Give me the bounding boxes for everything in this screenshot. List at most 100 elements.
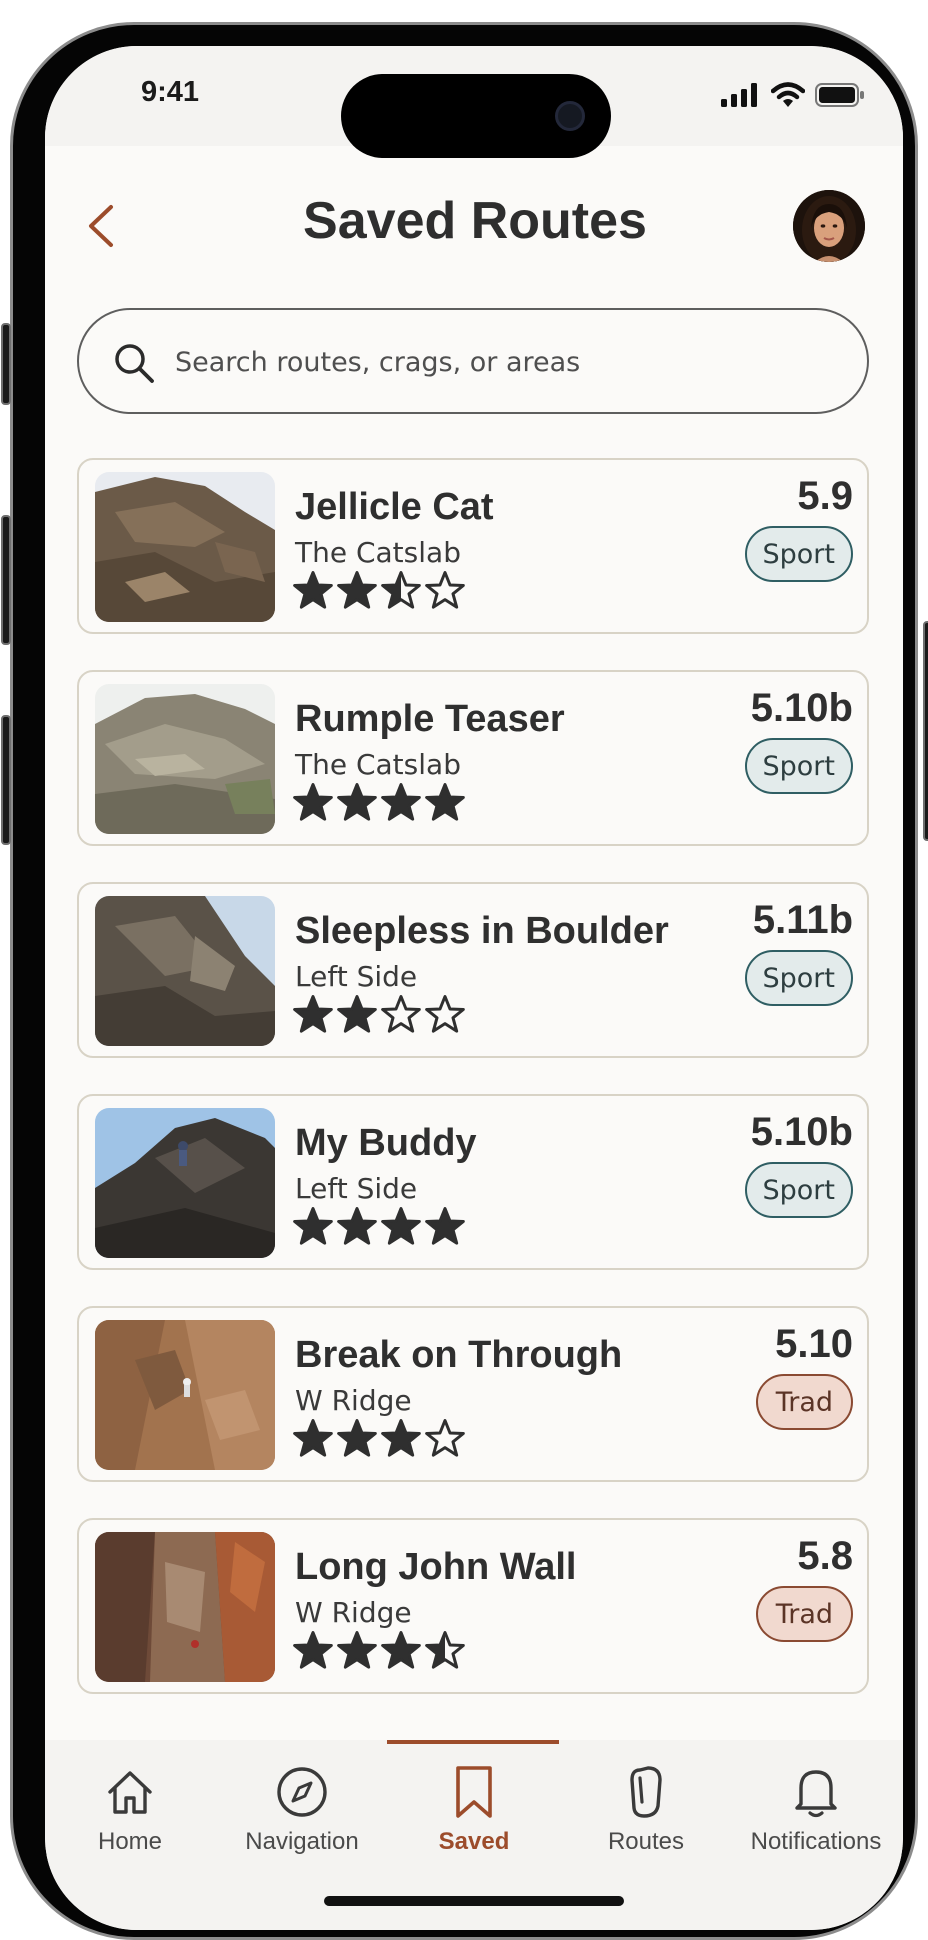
route-name: My Buddy bbox=[295, 1122, 477, 1164]
battery-icon bbox=[815, 83, 864, 107]
route-card[interactable]: Jellicle Cat The Catslab 5.9 Sport bbox=[77, 458, 869, 634]
home-icon bbox=[108, 1771, 152, 1814]
star-filled-icon bbox=[381, 1631, 421, 1669]
tab-label: Routes bbox=[607, 1828, 685, 1855]
search-input[interactable] bbox=[175, 334, 835, 390]
route-photo bbox=[95, 1320, 275, 1470]
tab-label: Notifications bbox=[750, 1828, 882, 1855]
route-name: Long John Wall bbox=[295, 1546, 577, 1588]
tab-saved[interactable]: Saved bbox=[389, 1740, 559, 1870]
star-filled-icon bbox=[293, 995, 333, 1033]
star-filled-icon bbox=[381, 1207, 421, 1245]
star-filled-icon bbox=[293, 1207, 333, 1245]
profile-photo bbox=[793, 190, 865, 262]
tab-label: Saved bbox=[438, 1828, 510, 1855]
route-type-badge: Sport bbox=[744, 1162, 853, 1218]
page-title: Saved Routes bbox=[303, 192, 647, 250]
volume-up-button bbox=[1, 515, 11, 645]
star-empty-icon bbox=[425, 571, 465, 609]
compass-icon bbox=[277, 1767, 327, 1817]
status-time: 9:41 bbox=[141, 76, 200, 108]
route-crag: Left Side bbox=[295, 960, 418, 993]
route-photo bbox=[95, 1532, 275, 1682]
star-filled-icon bbox=[381, 1419, 421, 1457]
route-photo bbox=[95, 896, 275, 1046]
star-filled-icon bbox=[425, 1207, 465, 1245]
chevron-left-icon bbox=[89, 205, 113, 247]
bookmark-icon bbox=[456, 1766, 492, 1818]
route-name: Sleepless in Boulder bbox=[295, 910, 669, 952]
star-filled-icon bbox=[293, 783, 333, 821]
route-grade: 5.10 bbox=[775, 1322, 853, 1366]
route-photo bbox=[95, 1108, 275, 1258]
star-rating bbox=[293, 782, 465, 822]
status-bar: 9:41 bbox=[45, 46, 903, 158]
star-filled-icon bbox=[337, 571, 377, 609]
route-type-badge: Sport bbox=[744, 950, 853, 1006]
route-crag: Left Side bbox=[295, 1172, 418, 1205]
star-filled-icon bbox=[337, 1419, 377, 1457]
tab-home[interactable]: Home bbox=[45, 1740, 215, 1870]
route-name: Rumple Teaser bbox=[295, 698, 565, 740]
tab-notifications[interactable]: Notifications bbox=[731, 1740, 901, 1870]
route-crag: The Catslab bbox=[295, 536, 461, 569]
star-empty-icon bbox=[381, 995, 421, 1033]
star-empty-icon bbox=[425, 995, 465, 1033]
route-grade: 5.11b bbox=[752, 898, 853, 942]
home-indicator bbox=[324, 1896, 624, 1906]
route-crag: The Catslab bbox=[295, 748, 461, 781]
star-half-icon bbox=[381, 571, 421, 609]
star-filled-icon bbox=[293, 571, 333, 609]
star-rating bbox=[293, 1418, 465, 1458]
wifi-icon bbox=[771, 82, 805, 107]
dynamic-island bbox=[341, 74, 611, 158]
power-button bbox=[923, 621, 928, 841]
star-rating bbox=[293, 1630, 465, 1670]
star-half-icon bbox=[425, 1631, 465, 1669]
route-card[interactable]: Long John Wall W Ridge 5.8 Trad bbox=[77, 1518, 869, 1694]
route-photo bbox=[95, 472, 275, 622]
carabiner-icon bbox=[630, 1766, 662, 1818]
bell-icon bbox=[795, 1770, 837, 1818]
route-photo bbox=[95, 684, 275, 834]
back-button[interactable] bbox=[73, 196, 129, 256]
camera-icon bbox=[555, 101, 585, 131]
star-filled-icon bbox=[425, 783, 465, 821]
star-filled-icon bbox=[293, 1419, 333, 1457]
star-empty-icon bbox=[425, 1419, 465, 1457]
route-name: Break on Through bbox=[295, 1334, 623, 1376]
star-filled-icon bbox=[293, 1631, 333, 1669]
tab-label: Navigation bbox=[245, 1828, 359, 1855]
route-crag: W Ridge bbox=[295, 1384, 412, 1417]
route-crag: W Ridge bbox=[295, 1596, 412, 1629]
star-filled-icon bbox=[381, 783, 421, 821]
tab-label: Home bbox=[97, 1828, 163, 1855]
route-card[interactable]: Sleepless in Boulder Left Side 5.11b Spo… bbox=[77, 882, 869, 1058]
app-screen: 9:41 Saved Routes Search routes, crags, … bbox=[45, 46, 903, 1930]
route-type-badge: Sport bbox=[744, 738, 853, 794]
route-type-badge: Sport bbox=[744, 526, 853, 582]
tab-navigation[interactable]: Navigation bbox=[217, 1740, 387, 1870]
action-button bbox=[1, 323, 11, 405]
star-rating bbox=[293, 1206, 465, 1246]
route-type-badge: Trad bbox=[755, 1374, 853, 1430]
star-rating bbox=[293, 570, 465, 610]
route-grade: 5.10b bbox=[750, 1110, 853, 1154]
route-card[interactable]: Break on Through W Ridge 5.10 Trad bbox=[77, 1306, 869, 1482]
star-filled-icon bbox=[337, 1631, 377, 1669]
tab-routes[interactable]: Routes bbox=[561, 1740, 731, 1870]
route-grade: 5.9 bbox=[797, 474, 853, 518]
user-avatar[interactable] bbox=[793, 190, 865, 262]
search-icon bbox=[115, 344, 154, 383]
star-filled-icon bbox=[337, 1207, 377, 1245]
route-grade: 5.8 bbox=[797, 1534, 853, 1578]
star-filled-icon bbox=[337, 995, 377, 1033]
volume-down-button bbox=[1, 715, 11, 845]
route-card[interactable]: My Buddy Left Side 5.10b Sport bbox=[77, 1094, 869, 1270]
search-bar[interactable] bbox=[77, 308, 869, 414]
signal-icon bbox=[721, 83, 757, 107]
route-card[interactable]: Rumple Teaser The Catslab 5.10b Sport bbox=[77, 670, 869, 846]
route-type-badge: Trad bbox=[755, 1586, 853, 1642]
star-rating bbox=[293, 994, 465, 1034]
route-grade: 5.10b bbox=[750, 686, 853, 730]
